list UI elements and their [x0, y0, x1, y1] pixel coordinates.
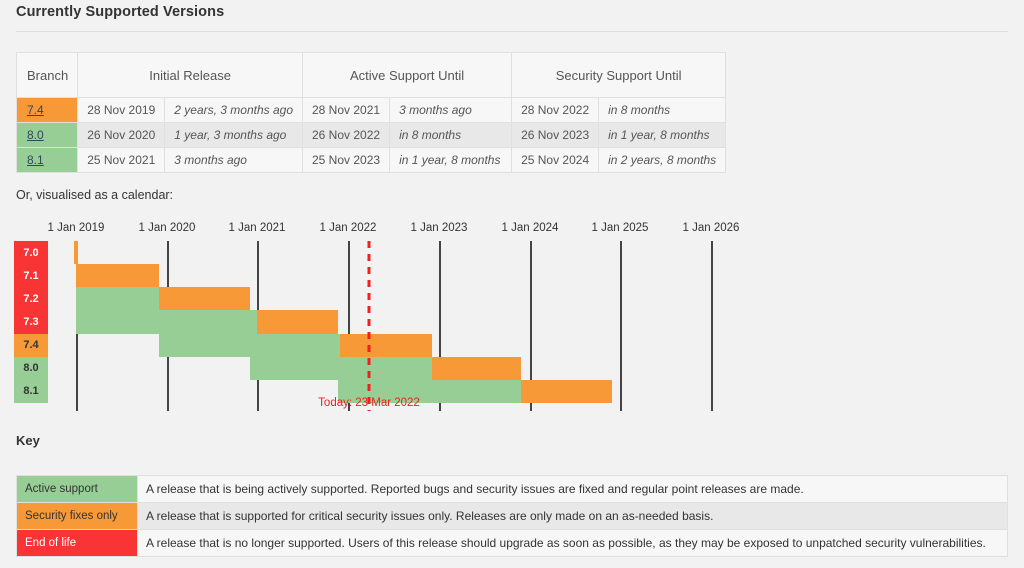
table-row: 8.0 26 Nov 2020 1 year, 3 months ago 26 Nov…: [15, 122, 727, 148]
active-support-segment-7.3: [76, 310, 257, 334]
branch-link-8.1[interactable]: 8.1: [27, 153, 44, 167]
timeline-row-7.1: [0, 264, 1024, 288]
page-title: Currently Supported Versions: [16, 4, 225, 20]
axis-tick-label: 1 Jan 2022: [319, 222, 377, 234]
key-row: End of life A release that is no longer s…: [16, 529, 1008, 557]
column-header-initial-release: Initial Release: [77, 52, 303, 98]
timeline-row-7.3: [0, 310, 1024, 334]
initial-release-date: 25 Nov 2021: [77, 147, 166, 173]
calendar-caption: Or, visualised as a calendar:: [16, 188, 174, 202]
timeline-bars: [0, 241, 1024, 404]
security-support-date: 26 Nov 2023: [511, 122, 600, 148]
supported-versions-table: Branch Initial Release Active Support Un…: [15, 52, 727, 173]
branch-cell: 8.1: [15, 147, 79, 173]
key-description: A release that is being actively support…: [137, 475, 1008, 503]
active-support-date: 28 Nov 2021: [301, 97, 391, 123]
axis-tick-label: 1 Jan 2024: [501, 222, 559, 234]
axis-tick-label: 1 Jan 2026: [682, 222, 740, 234]
timeline-row-7.0: [0, 241, 1024, 265]
branch-link-8.0[interactable]: 8.0: [27, 128, 44, 142]
security-fixes-segment-7.2: [159, 287, 250, 311]
today-marker-line: [367, 241, 371, 411]
branch-cell: 7.4: [15, 97, 79, 123]
key-row: Active support A release that is being ac…: [16, 475, 1008, 503]
column-header-active-support: Active Support Until: [301, 52, 513, 98]
key-table: Active support A release that is being ac…: [16, 475, 1008, 557]
column-header-security-support: Security Support Until: [511, 52, 727, 98]
security-support-relative: in 2 years, 8 months: [598, 147, 727, 173]
axis-tick-label: 1 Jan 2021: [228, 222, 286, 234]
security-support-relative: in 8 months: [598, 97, 727, 123]
timeline-row-8.0: [0, 356, 1024, 380]
key-heading: Key: [16, 433, 40, 448]
axis-tick-label: 1 Jan 2020: [138, 222, 196, 234]
branch-cell: 8.0: [15, 122, 79, 148]
initial-release-relative: 2 years, 3 months ago: [164, 97, 303, 123]
key-description: A release that is supported for critical…: [137, 502, 1008, 530]
security-support-date: 25 Nov 2024: [511, 147, 600, 173]
table-header-row: Branch Initial Release Active Support Un…: [15, 52, 727, 98]
timeline-row-8.1: [0, 379, 1024, 404]
security-fixes-segment-7.1: [76, 264, 159, 288]
security-fixes-segment-8.0: [432, 356, 521, 380]
active-support-segment-8.0: [250, 356, 440, 380]
initial-release-date: 28 Nov 2019: [77, 97, 166, 123]
security-support-relative: in 1 year, 8 months: [598, 122, 727, 148]
branch-link-7.4[interactable]: 7.4: [27, 103, 44, 117]
security-fixes-segment-7.0: [74, 241, 78, 265]
axis-tick-label: 1 Jan 2019: [47, 222, 105, 234]
calendar-chart: 1 Jan 2019 1 Jan 2020 1 Jan 2021 1 Jan 2022…: [0, 222, 1024, 422]
active-support-relative: in 1 year, 8 months: [389, 147, 513, 173]
table-row: 7.4 28 Nov 2019 2 years, 3 months ago 28 No…: [15, 97, 727, 123]
initial-release-date: 26 Nov 2020: [77, 122, 166, 148]
key-swatch-security-fixes: Security fixes only: [16, 502, 138, 530]
key-swatch-active-support: Active support: [16, 475, 138, 503]
title-divider: [16, 31, 1008, 32]
key-swatch-end-of-life: End of life: [16, 529, 138, 557]
axis-tick-label: 1 Jan 2025: [591, 222, 649, 234]
today-marker-label: Today: 23 Mar 2022: [318, 397, 420, 409]
timeline-row-7.2: [0, 287, 1024, 311]
column-header-branch: Branch: [15, 52, 79, 98]
active-support-relative: 3 months ago: [389, 97, 513, 123]
timeline-row-7.4: [0, 333, 1024, 357]
axis-tick-label: 1 Jan 2023: [410, 222, 468, 234]
initial-release-relative: 1 year, 3 months ago: [164, 122, 303, 148]
security-fixes-segment-8.1: [521, 379, 612, 404]
active-support-segment-7.2: [76, 287, 159, 311]
active-support-date: 25 Nov 2023: [301, 147, 391, 173]
key-description: A release that is no longer supported. U…: [137, 529, 1008, 557]
security-support-date: 28 Nov 2022: [511, 97, 600, 123]
key-row: Security fixes only A release that is sup…: [16, 502, 1008, 530]
security-fixes-segment-7.4: [340, 333, 432, 357]
active-support-date: 26 Nov 2022: [301, 122, 391, 148]
security-fixes-segment-7.3: [257, 310, 338, 334]
active-support-segment-7.4: [159, 333, 348, 357]
initial-release-relative: 3 months ago: [164, 147, 303, 173]
table-row: 8.1 25 Nov 2021 3 months ago 25 Nov 2023 in …: [15, 147, 727, 173]
active-support-relative: in 8 months: [389, 122, 513, 148]
